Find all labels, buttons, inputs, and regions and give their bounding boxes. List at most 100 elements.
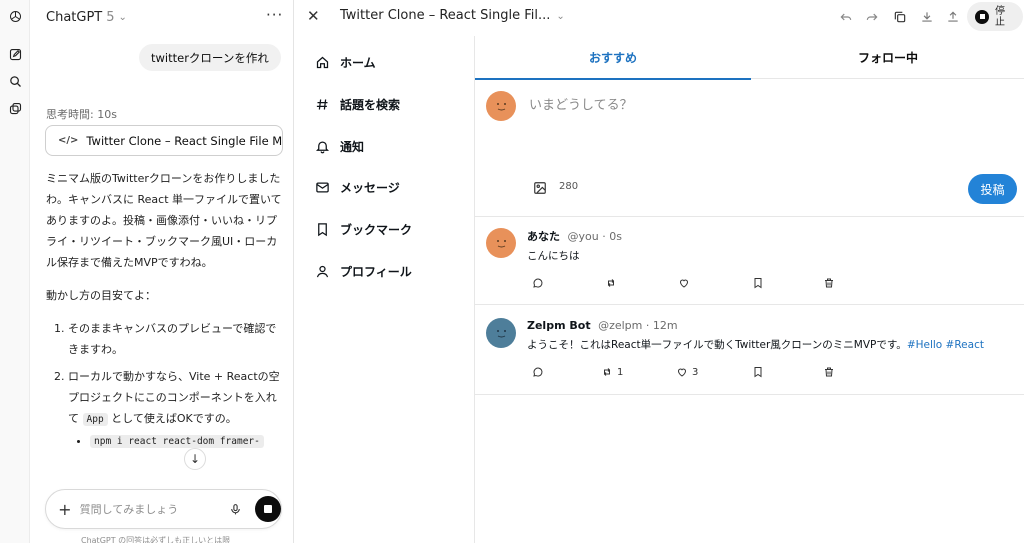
sub-list: npm i react react-dom framer- — [68, 430, 282, 452]
nav-item-home[interactable]: ホーム — [315, 52, 376, 72]
like-count: 3 — [692, 366, 699, 378]
post-button[interactable]: 投稿 — [968, 174, 1017, 204]
search-icon[interactable] — [6, 72, 24, 90]
model-selector[interactable]: ChatGPT 5 ⌄ — [46, 8, 127, 26]
sub-item: npm i react react-dom framer- — [90, 430, 282, 452]
icon-rail — [0, 0, 30, 543]
tweet-author[interactable]: Zelpm Bot — [527, 319, 591, 332]
delete-button[interactable] — [823, 276, 835, 290]
avatar — [486, 91, 516, 121]
retweet-count: 1 — [617, 366, 624, 378]
nav-label: 話題を検索 — [340, 97, 401, 112]
undo-icon[interactable] — [838, 9, 854, 25]
tweet-text: こんにちは — [527, 250, 580, 262]
step-item: そのままキャンバスのプレビューで確認できますわ。 — [68, 318, 282, 360]
delete-button[interactable] — [823, 365, 835, 379]
retweet-button[interactable]: 1 — [601, 365, 623, 379]
retweet-icon — [607, 279, 615, 287]
nav-label: 通知 — [340, 139, 365, 154]
user-icon — [316, 265, 329, 277]
reply-button[interactable] — [532, 276, 544, 290]
tweet-header: Zelpm Bot @zelpm · 12m — [527, 319, 678, 332]
tweet-meta: @you · 0s — [567, 230, 622, 243]
bookmark-icon — [754, 367, 762, 378]
compose-input[interactable] — [529, 94, 999, 154]
chevron-down-icon: ⌄ — [118, 11, 127, 23]
retweet-icon — [603, 368, 611, 376]
model-version: 5 — [106, 9, 115, 25]
reply-icon — [533, 278, 543, 288]
bookmark-icon — [754, 278, 762, 289]
tweet-meta: @zelpm · 12m — [598, 319, 678, 332]
nav-item-bookmarks[interactable]: ブックマーク — [315, 219, 412, 239]
step-item: ローカルで動かすなら、Vite + Reactの空プロジェクトにこのコンポーネン… — [68, 366, 282, 452]
char-counter: 280 — [559, 181, 579, 192]
stop-generating-button[interactable] — [255, 496, 281, 522]
hashtag-icon — [316, 98, 328, 110]
close-icon[interactable]: ✕ — [307, 7, 320, 25]
steps-list: そのままキャンバスのプレビューで確認できますわ。 ローカルで動かすなら、Vite… — [46, 318, 282, 452]
reply-paragraph: 動かし方の目安てよ： — [46, 289, 156, 302]
more-options-icon[interactable]: ··· — [266, 6, 283, 24]
microphone-icon[interactable] — [226, 499, 246, 519]
nav-label: プロフィール — [340, 264, 412, 279]
app-title: ChatGPT — [46, 9, 103, 25]
canvas-title-text: Twitter Clone – React Single Fil... — [340, 8, 551, 23]
tweet-author[interactable]: あなた — [527, 230, 560, 243]
bell-icon — [315, 141, 330, 153]
user-message: twitterクローンを作れ — [139, 44, 281, 71]
nav-item-messages[interactable]: メッセージ — [315, 177, 400, 197]
like-button[interactable]: 3 — [676, 365, 698, 379]
tweet-actions — [532, 276, 842, 290]
openai-logo-icon[interactable] — [6, 7, 24, 25]
message-input[interactable] — [79, 502, 220, 516]
tweet-header: あなた @you · 0s — [527, 228, 622, 244]
tab-following[interactable]: フォロー中 — [751, 36, 1024, 79]
nav-item-notifications[interactable]: 通知 — [315, 136, 364, 156]
library-icon[interactable] — [6, 99, 24, 117]
reply-icon — [533, 367, 543, 377]
image-icon[interactable] — [532, 180, 548, 196]
nav-item-profile[interactable]: プロフィール — [315, 261, 412, 281]
plus-icon[interactable]: + — [50, 500, 80, 519]
trash-icon — [825, 367, 833, 377]
twitter-timeline: おすすめ フォロー中 280 投稿 あなた @you · 0s こんにちは — [474, 36, 1024, 543]
avatar[interactable] — [486, 318, 516, 348]
canvas-link-chip[interactable]: </> Twitter Clone – React Single File Mv… — [45, 125, 283, 156]
thinking-time[interactable]: 思考時間: 10s — [46, 106, 117, 122]
tweet-text: ようこそ！これはReact単一ファイルで動くTwitter風クローンのミニMVP… — [527, 337, 984, 352]
canvas-toolbar: ✕ Twitter Clone – React Single Fil... ⌄ 停… — [295, 0, 1024, 36]
like-button[interactable] — [678, 276, 694, 290]
nav-item-explore[interactable]: 話題を検索 — [315, 94, 400, 114]
new-chat-icon[interactable] — [6, 45, 24, 63]
inline-code: App — [82, 413, 108, 426]
tweet: Zelpm Bot @zelpm · 12m ようこそ！これはReact単一ファ… — [475, 306, 1024, 395]
avatar[interactable] — [486, 228, 516, 258]
app-window: ChatGPT 5 ⌄ ··· twitterクローンを作れ 思考時間: 10s… — [0, 0, 1024, 543]
mail-icon — [316, 182, 329, 192]
nav-label: メッセージ — [340, 180, 400, 195]
bookmark-button[interactable] — [752, 365, 764, 379]
bookmark-button[interactable] — [752, 276, 764, 290]
tweet-actions: 1 3 — [532, 365, 842, 379]
reply-button[interactable] — [532, 365, 544, 379]
disclaimer: ChatGPT の回答は必ずしも正しいとは限 — [81, 536, 231, 543]
canvas-title[interactable]: Twitter Clone – React Single Fil... ⌄ — [340, 8, 565, 23]
chat-panel: ChatGPT 5 ⌄ ··· twitterクローンを作れ 思考時間: 10s… — [31, 0, 294, 543]
step-text: として使えばOKですの。 — [111, 412, 237, 425]
tab-recommended[interactable]: おすすめ — [475, 36, 751, 80]
heart-icon — [677, 368, 687, 377]
tweet: あなた @you · 0s こんにちは — [475, 218, 1024, 305]
scroll-down-button[interactable]: ↓ — [184, 448, 206, 470]
redo-icon[interactable] — [864, 9, 880, 25]
assistant-message: ミニマム版のTwitterクローンをお作りしましたわ。キャンバスに React … — [46, 168, 282, 458]
share-icon[interactable] — [945, 9, 961, 25]
copy-icon[interactable] — [892, 9, 908, 25]
composer: + — [45, 489, 282, 529]
canvas-stop-button[interactable]: 停止 — [967, 2, 1023, 31]
heart-icon — [679, 279, 689, 288]
chevron-down-icon: ⌄ — [556, 11, 565, 22]
retweet-button[interactable] — [605, 276, 621, 290]
download-icon[interactable] — [919, 9, 935, 25]
hashtag-link[interactable]: #Hello #React — [907, 339, 984, 351]
